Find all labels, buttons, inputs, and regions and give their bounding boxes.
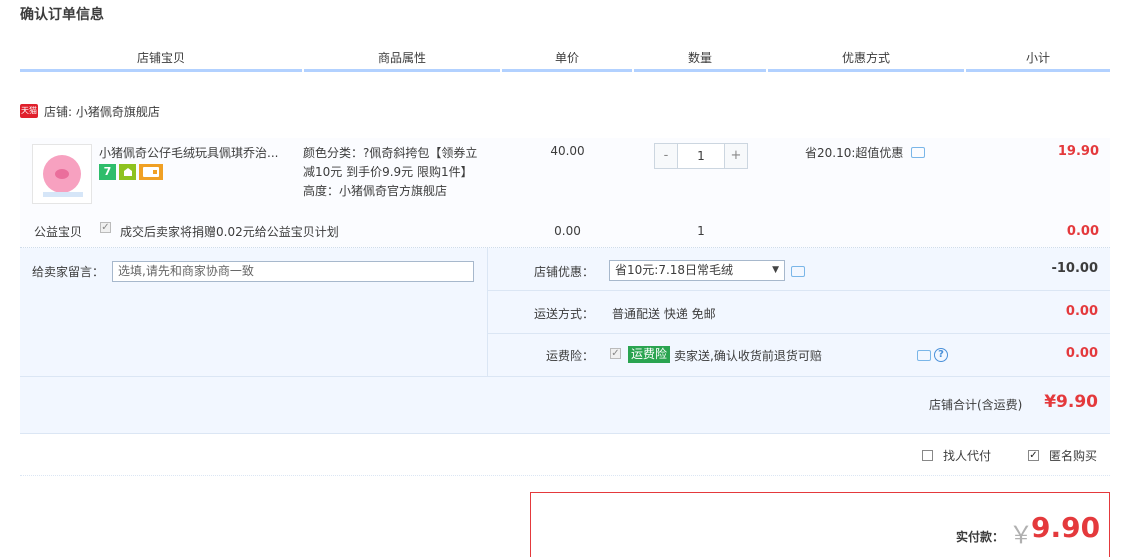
column-discount: 优惠方式 bbox=[768, 44, 964, 72]
shop-name[interactable]: 店铺: 小猪佩奇旗舰店 bbox=[44, 103, 160, 120]
charity-subtotal: 0.00 bbox=[1066, 224, 1099, 239]
row-divider bbox=[20, 376, 1110, 377]
payment-label: 实付款： bbox=[956, 530, 1005, 544]
message-icon[interactable] bbox=[911, 147, 926, 158]
payment-currency: ￥ bbox=[1009, 521, 1033, 549]
column-quantity: 数量 bbox=[634, 44, 766, 72]
attribute-color-line1: 颜色分类：?佩奇斜挎包【领券立 bbox=[303, 146, 478, 160]
charity-price: 0.00 bbox=[554, 224, 581, 238]
insurance-label: 运费险： bbox=[545, 349, 594, 363]
message-icon[interactable] bbox=[791, 266, 805, 277]
insurance-description: 卖家送,确认收货前退货可赔 bbox=[674, 349, 822, 363]
attribute-color-line2: 减10元 到手价9.9元 限购1件】 bbox=[303, 165, 473, 179]
page-title: 确认订单信息 bbox=[20, 7, 104, 23]
help-icon[interactable]: ? bbox=[934, 348, 948, 362]
guarantee-icon[interactable] bbox=[119, 164, 136, 180]
attribute-height: 高度：小猪佩奇官方旗舰店 bbox=[303, 184, 448, 198]
shop-discount-selected: 省10元:7.18日常毛绒 bbox=[615, 263, 734, 277]
shop-discount-amount: -10.00 bbox=[1051, 261, 1098, 276]
thumbnail-banner bbox=[43, 192, 83, 197]
purchase-options: 找人代付 ✓ 匿名购买 bbox=[20, 442, 1110, 476]
product-attributes: 颜色分类：?佩奇斜挎包【领券立 减10元 到手价9.9元 限购1件】 高度：小猪… bbox=[303, 144, 508, 201]
seller-note-input[interactable]: 选填,请先和商家协商一致 bbox=[112, 261, 474, 282]
charity-label: 公益宝贝 bbox=[34, 225, 83, 239]
charity-description: 成交后卖家将捐赠0.02元给公益宝贝计划 bbox=[120, 225, 339, 239]
charity-checkbox: ✓ bbox=[100, 222, 111, 233]
anonymous-purchase-checkbox[interactable]: ✓ bbox=[1028, 450, 1039, 461]
payment-summary: 实付款： ￥ 9.90 bbox=[530, 492, 1110, 557]
product-title-link[interactable]: 小猪佩奇公仔毛绒玩具佩琪乔治... bbox=[99, 144, 304, 161]
row-divider bbox=[487, 333, 1110, 334]
column-attributes: 商品属性 bbox=[304, 44, 500, 72]
insurance-tag: 运费险 bbox=[628, 346, 671, 363]
shop-row: 天猫 店铺: 小猪佩奇旗舰店 bbox=[20, 101, 160, 121]
vertical-divider bbox=[487, 248, 488, 376]
insurance-amount: 0.00 bbox=[1065, 346, 1098, 361]
order-item-box: 小猪佩奇公仔毛绒玩具佩琪乔治... 7 颜色分类：?佩奇斜挎包【领券立 减10元… bbox=[20, 138, 1110, 248]
shop-total-value: ¥9.90 bbox=[1044, 392, 1098, 412]
quantity-increase-button[interactable]: + bbox=[725, 144, 747, 168]
item-discount: 省20.10:超值优惠 bbox=[805, 144, 926, 161]
pay-by-friend-label: 找人代付 bbox=[943, 449, 992, 463]
quantity-input[interactable]: 1 bbox=[677, 144, 725, 168]
charity-quantity: 1 bbox=[697, 224, 705, 238]
credit-card-icon[interactable] bbox=[139, 164, 163, 180]
payment-amount: 9.90 bbox=[1031, 511, 1101, 544]
item-subtotal: 19.90 bbox=[1057, 144, 1099, 159]
product-thumbnail[interactable] bbox=[32, 144, 92, 204]
anonymous-purchase-label: 匿名购买 bbox=[1049, 449, 1098, 463]
tmall-icon: 天猫 bbox=[20, 104, 38, 118]
column-unit-price: 单价 bbox=[502, 44, 632, 72]
column-shop-item: 店铺宝贝 bbox=[20, 44, 302, 72]
column-subtotal: 小计 bbox=[966, 44, 1110, 72]
peppa-pig-image bbox=[43, 155, 81, 193]
pay-by-friend-option[interactable]: 找人代付 bbox=[922, 447, 991, 464]
shipping-label: 运送方式： bbox=[533, 307, 594, 321]
seven-day-return-icon[interactable]: 7 bbox=[99, 164, 116, 180]
column-header: 店铺宝贝 商品属性 单价 数量 优惠方式 小计 bbox=[20, 44, 1110, 74]
shop-total-label: 店铺合计(含运费) bbox=[929, 398, 1023, 412]
chevron-down-icon: ▼ bbox=[772, 265, 779, 275]
order-extras-box: 给卖家留言： 选填,请先和商家协商一致 店铺优惠： 省10元:7.18日常毛绒 … bbox=[20, 248, 1110, 434]
item-discount-text: 省20.10:超值优惠 bbox=[805, 146, 904, 160]
anonymous-purchase-option[interactable]: ✓ 匿名购买 bbox=[1028, 447, 1097, 464]
shop-discount-select[interactable]: 省10元:7.18日常毛绒 ▼ bbox=[609, 260, 785, 281]
unit-price: 40.00 bbox=[550, 144, 585, 158]
insurance-checkbox: ✓ bbox=[610, 348, 621, 359]
quantity-decrease-button[interactable]: - bbox=[655, 144, 677, 168]
service-badges: 7 bbox=[99, 164, 163, 180]
row-divider bbox=[487, 290, 1110, 291]
quantity-stepper: - 1 + bbox=[654, 143, 748, 169]
shipping-amount: 0.00 bbox=[1065, 304, 1098, 319]
shipping-method: 普通配送 快递 免邮 bbox=[612, 307, 716, 321]
seller-note-label: 给卖家留言： bbox=[32, 265, 105, 279]
message-icon[interactable] bbox=[917, 350, 931, 361]
shop-discount-label: 店铺优惠： bbox=[533, 265, 594, 279]
pay-by-friend-checkbox[interactable] bbox=[922, 450, 933, 461]
